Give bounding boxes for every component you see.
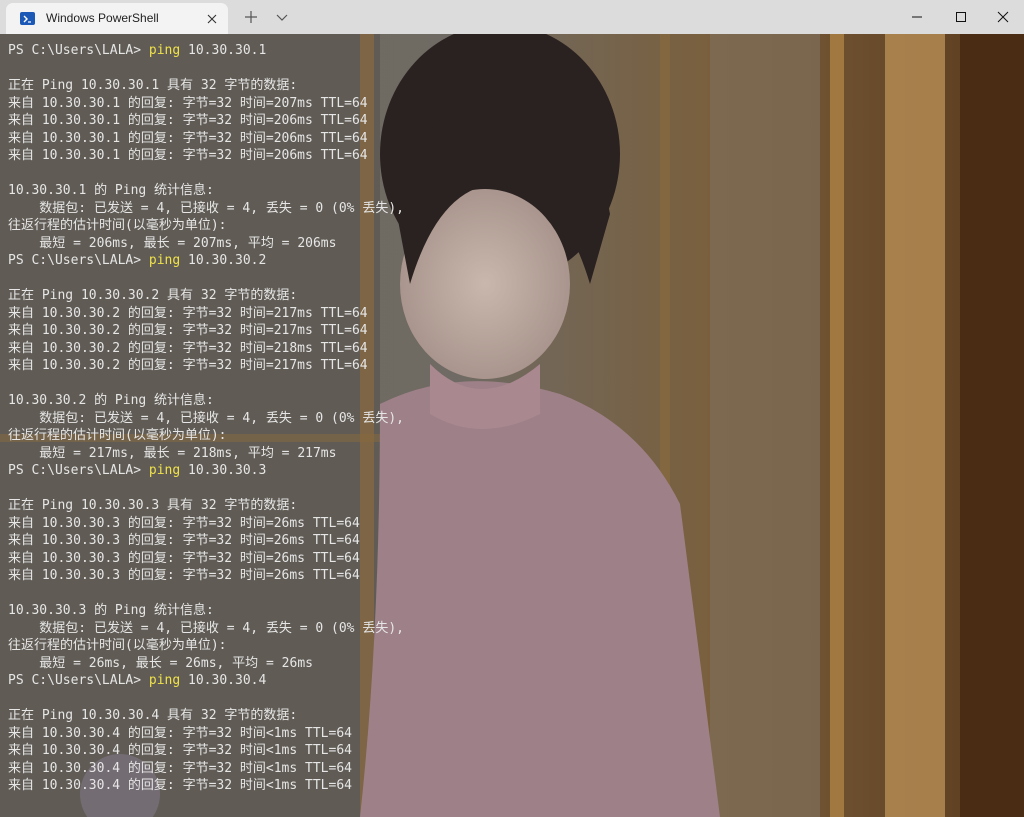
command-args: 10.30.30.1 (180, 43, 267, 58)
command-args: 10.30.30.4 (180, 673, 267, 688)
output-line: 来自 10.30.30.4 的回复: 字节=32 时间<1ms TTL=64 (8, 743, 352, 758)
output-line: 来自 10.30.30.3 的回复: 字节=32 时间=26ms TTL=64 (8, 568, 360, 583)
output-line: 来自 10.30.30.3 的回复: 字节=32 时间=26ms TTL=64 (8, 515, 360, 531)
output-line: 来自 10.30.30.2 的回复: 字节=32 时间=218ms TTL=64 (8, 340, 368, 356)
output-line: 来自 10.30.30.4 的回复: 字节=32 时间<1ms TTL=64 (8, 760, 352, 776)
command-text: ping (148, 253, 181, 268)
prompt-text: PS C:\Users\LALA> (8, 463, 149, 478)
new-tab-button[interactable] (236, 0, 266, 34)
output-line: 数据包: 已发送 = 4, 已接收 = 4, 丢失 = 0 (0% 丢失), (8, 410, 404, 426)
output-line: 往返行程的估计时间(以毫秒为单位): (8, 218, 227, 233)
maximize-button[interactable] (940, 0, 982, 34)
terminal-area[interactable]: PS C:\Users\LALA> ping 10.30.30.1 正在 Ping… (0, 34, 1024, 817)
prompt-text: PS C:\Users\LALA> (8, 253, 149, 268)
output-line: 往返行程的估计时间(以毫秒为单位): (8, 638, 227, 653)
powershell-icon (20, 12, 35, 25)
output-line: 10.30.30.1 的 Ping 统计信息: (8, 183, 214, 198)
prompt-text: PS C:\Users\LALA> (8, 43, 149, 58)
output-line: 来自 10.30.30.1 的回复: 字节=32 时间=207ms TTL=64 (8, 95, 368, 111)
output-line: 来自 10.30.30.1 的回复: 字节=32 时间=206ms TTL=64 (8, 148, 368, 163)
output-line: 10.30.30.2 的 Ping 统计信息: (8, 393, 214, 408)
output-line: 来自 10.30.30.3 的回复: 字节=32 时间=26ms TTL=64 (8, 533, 360, 548)
prompt-line: PS C:\Users\LALA> ping 10.30.30.3 (8, 462, 1012, 480)
terminal-output[interactable]: PS C:\Users\LALA> ping 10.30.30.1 正在 Ping… (8, 42, 1012, 795)
command-text: ping (148, 673, 181, 688)
close-window-button[interactable] (982, 0, 1024, 34)
output-line: 最短 = 206ms, 最长 = 207ms, 平均 = 206ms (8, 235, 337, 251)
output-line: 正在 Ping 10.30.30.3 具有 32 字节的数据: (8, 498, 298, 513)
output-line: 来自 10.30.30.4 的回复: 字节=32 时间<1ms TTL=64 (8, 778, 352, 793)
tab-dropdown-button[interactable] (268, 0, 296, 34)
command-text: ping (148, 463, 181, 478)
scrollbar[interactable] (1010, 34, 1024, 817)
output-line: 来自 10.30.30.1 的回复: 字节=32 时间=206ms TTL=64 (8, 113, 368, 128)
output-line: 10.30.30.3 的 Ping 统计信息: (8, 603, 214, 618)
chevron-down-icon (276, 14, 288, 21)
output-line: 来自 10.30.30.4 的回复: 字节=32 时间<1ms TTL=64 (8, 725, 352, 741)
output-line: 最短 = 217ms, 最长 = 218ms, 平均 = 217ms (8, 445, 337, 461)
plus-icon (245, 11, 257, 23)
close-icon (997, 11, 1009, 23)
output-line: 数据包: 已发送 = 4, 已接收 = 4, 丢失 = 0 (0% 丢失), (8, 620, 404, 636)
command-args: 10.30.30.3 (180, 463, 267, 478)
maximize-icon (956, 12, 966, 22)
output-line: 正在 Ping 10.30.30.4 具有 32 字节的数据: (8, 708, 298, 723)
prompt-line: PS C:\Users\LALA> ping 10.30.30.2 (8, 252, 1012, 270)
prompt-line: PS C:\Users\LALA> ping 10.30.30.4 (8, 672, 1012, 690)
close-icon[interactable] (204, 11, 220, 27)
powershell-window: Windows PowerShell PS C:\Users\LALA> pin… (0, 0, 1024, 817)
prompt-text: PS C:\Users\LALA> (8, 673, 149, 688)
prompt-line: PS C:\Users\LALA> ping 10.30.30.1 (8, 42, 1012, 60)
tab-windows-powershell[interactable]: Windows PowerShell (6, 3, 228, 34)
command-args: 10.30.30.2 (180, 253, 267, 268)
output-line: 来自 10.30.30.2 的回复: 字节=32 时间=217ms TTL=64 (8, 323, 368, 338)
output-line: 来自 10.30.30.3 的回复: 字节=32 时间=26ms TTL=64 (8, 550, 360, 566)
output-line: 来自 10.30.30.2 的回复: 字节=32 时间=217ms TTL=64 (8, 358, 368, 373)
output-line: 往返行程的估计时间(以毫秒为单位): (8, 428, 227, 443)
output-line: 正在 Ping 10.30.30.1 具有 32 字节的数据: (8, 78, 298, 93)
command-text: ping (148, 43, 181, 58)
output-line: 来自 10.30.30.1 的回复: 字节=32 时间=206ms TTL=64 (8, 130, 368, 146)
tab-title: Windows PowerShell (46, 11, 159, 25)
output-line: 数据包: 已发送 = 4, 已接收 = 4, 丢失 = 0 (0% 丢失), (8, 200, 404, 216)
output-line: 最短 = 26ms, 最长 = 26ms, 平均 = 26ms (8, 655, 313, 671)
minimize-icon (912, 16, 922, 18)
output-line: 正在 Ping 10.30.30.2 具有 32 字节的数据: (8, 288, 298, 303)
title-bar[interactable]: Windows PowerShell (0, 0, 1024, 34)
minimize-button[interactable] (896, 0, 938, 34)
output-line: 来自 10.30.30.2 的回复: 字节=32 时间=217ms TTL=64 (8, 305, 368, 321)
